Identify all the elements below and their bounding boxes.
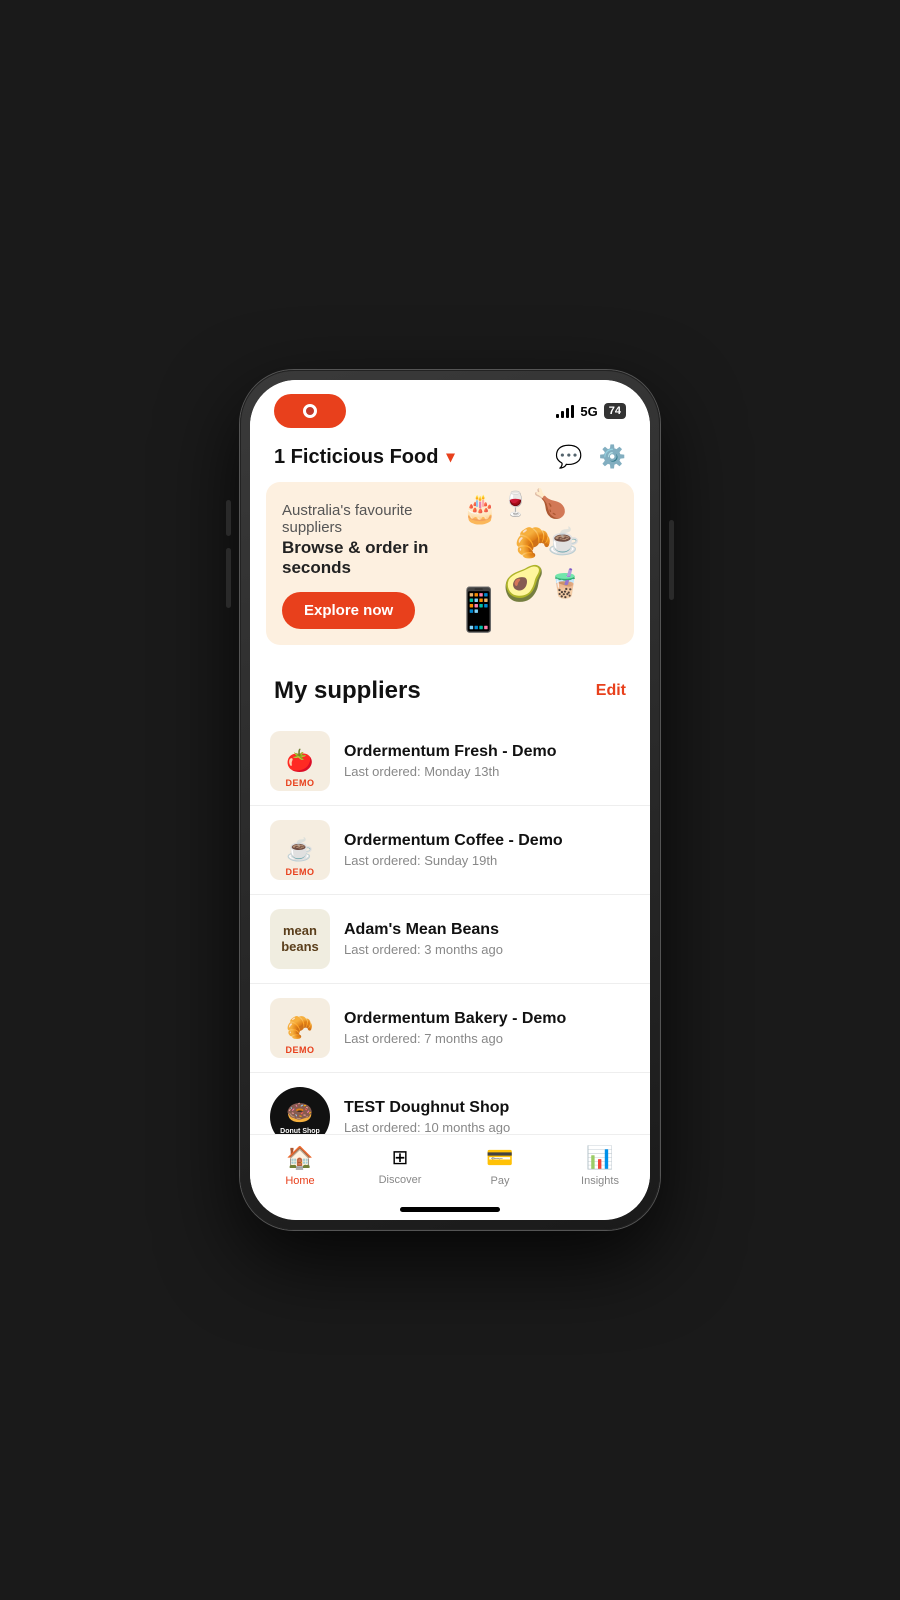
wine-icon: 🍷 [501, 490, 531, 519]
status-bar: 5G 74 [250, 380, 650, 436]
demo-badge: DEMO [270, 778, 330, 788]
pay-icon: 💳 [486, 1145, 513, 1171]
supplier-name: TEST Doughnut Shop [344, 1099, 630, 1117]
demo-badge: DEMO [270, 867, 330, 877]
demo-badge: DEMO [270, 1045, 330, 1055]
camera-pill [274, 394, 346, 428]
supplier-logo-coffee: ☕ DEMO [270, 820, 330, 880]
home-icon: 🏠 [286, 1145, 313, 1171]
list-item[interactable]: ☕ DEMO Ordermentum Coffee - Demo Last or… [250, 806, 650, 895]
supplier-logo-fresh: 🍅 DEMO [270, 731, 330, 791]
volume-down-button[interactable] [226, 548, 231, 608]
main-scroll-area[interactable]: My suppliers Edit 🍅 DEMO Ordermentum Fre… [250, 661, 650, 1134]
pay-label: Pay [491, 1175, 510, 1187]
app-header: 1 Ficticious Food ▾ 💬 ⚙️ [250, 436, 650, 482]
list-item[interactable]: 🍩 Donut Shop TEST Doughnut Shop Last ord… [250, 1073, 650, 1134]
nav-insights[interactable]: 📊 Insights [550, 1145, 650, 1187]
banner-subtitle: Australia's favourite suppliers [282, 502, 467, 536]
fresh-logo-icon: 🍅 [286, 748, 313, 774]
supplier-last-ordered: Last ordered: 7 months ago [344, 1031, 630, 1046]
status-right: 5G 74 [556, 403, 626, 419]
screen: 5G 74 1 Ficticious Food ▾ 💬 ⚙️ [250, 380, 650, 1220]
settings-icon[interactable]: ⚙️ [599, 444, 626, 470]
phone-graphic-icon: 📱 [453, 586, 505, 635]
banner-title: Browse & order in seconds [282, 538, 467, 578]
donut-shop-label: Donut Shop [280, 1128, 320, 1135]
edit-suppliers-button[interactable]: Edit [596, 682, 626, 700]
list-item[interactable]: meanbeans Adam's Mean Beans Last ordered… [250, 895, 650, 984]
list-item[interactable]: 🥐 DEMO Ordermentum Bakery - Demo Last or… [250, 984, 650, 1073]
chevron-down-icon: ▾ [446, 447, 454, 467]
supplier-name: Adam's Mean Beans [344, 921, 630, 939]
banner-illustration: 🎂 🍷 🍗 🥐 ☕ 🥑 🧋 📱 [443, 482, 634, 645]
signal-bars-icon [556, 404, 574, 418]
bottom-navigation: 🏠 Home ⊞ Discover 💳 Pay 📊 Insights [250, 1134, 650, 1207]
coffee-logo-icon: ☕ [286, 837, 313, 863]
doughnut-logo-icon: 🍩 [286, 1100, 313, 1126]
chicken-icon: 🍗 [533, 487, 568, 520]
camera-dot [303, 404, 317, 418]
discover-label: Discover [379, 1174, 422, 1186]
supplier-name: Ordermentum Fresh - Demo [344, 743, 630, 761]
avocado-icon: 🥑 [503, 564, 545, 604]
suppliers-header: My suppliers Edit [250, 661, 650, 717]
supplier-last-ordered: Last ordered: Monday 13th [344, 764, 630, 779]
list-item[interactable]: 🍅 DEMO Ordermentum Fresh - Demo Last ord… [250, 717, 650, 806]
business-name: 1 Ficticious Food [274, 446, 438, 469]
power-button[interactable] [669, 520, 674, 600]
volume-up-button[interactable] [226, 500, 231, 536]
supplier-last-ordered: Last ordered: Sunday 19th [344, 853, 630, 868]
supplier-last-ordered: Last ordered: 10 months ago [344, 1120, 630, 1134]
insights-label: Insights [581, 1175, 619, 1187]
network-label: 5G [580, 404, 597, 419]
supplier-logo-meanbeans: meanbeans [270, 909, 330, 969]
supplier-logo-doughnut: 🍩 Donut Shop [270, 1087, 330, 1134]
home-label: Home [285, 1175, 314, 1187]
cake-icon: 🎂 [463, 492, 498, 525]
suppliers-title: My suppliers [274, 677, 421, 705]
croissant-icon: 🥐 [515, 526, 552, 561]
nav-pay[interactable]: 💳 Pay [450, 1145, 550, 1187]
supplier-name: Ordermentum Bakery - Demo [344, 1010, 630, 1028]
business-selector[interactable]: 1 Ficticious Food ▾ [274, 446, 454, 469]
nav-home[interactable]: 🏠 Home [250, 1145, 350, 1187]
coffee-icon: ☕ [548, 526, 580, 557]
supplier-name: Ordermentum Coffee - Demo [344, 832, 630, 850]
promo-banner: Australia's favourite suppliers Browse &… [266, 482, 634, 645]
message-icon[interactable]: 💬 [555, 444, 582, 470]
header-actions: 💬 ⚙️ [555, 444, 626, 470]
supplier-logo-bakery: 🥐 DEMO [270, 998, 330, 1058]
explore-now-button[interactable]: Explore now [282, 592, 415, 629]
supplier-last-ordered: Last ordered: 3 months ago [344, 942, 630, 957]
bakery-logo-icon: 🥐 [286, 1015, 313, 1041]
phone-frame: 5G 74 1 Ficticious Food ▾ 💬 ⚙️ [240, 370, 660, 1230]
supplier-list: 🍅 DEMO Ordermentum Fresh - Demo Last ord… [250, 717, 650, 1134]
battery-indicator: 74 [604, 403, 626, 419]
meanbeans-logo-icon: meanbeans [281, 923, 319, 954]
home-indicator [400, 1207, 500, 1212]
nav-discover[interactable]: ⊞ Discover [350, 1145, 450, 1187]
discover-icon: ⊞ [392, 1145, 409, 1170]
cup-icon: 🧋 [548, 567, 583, 600]
insights-icon: 📊 [586, 1145, 613, 1171]
